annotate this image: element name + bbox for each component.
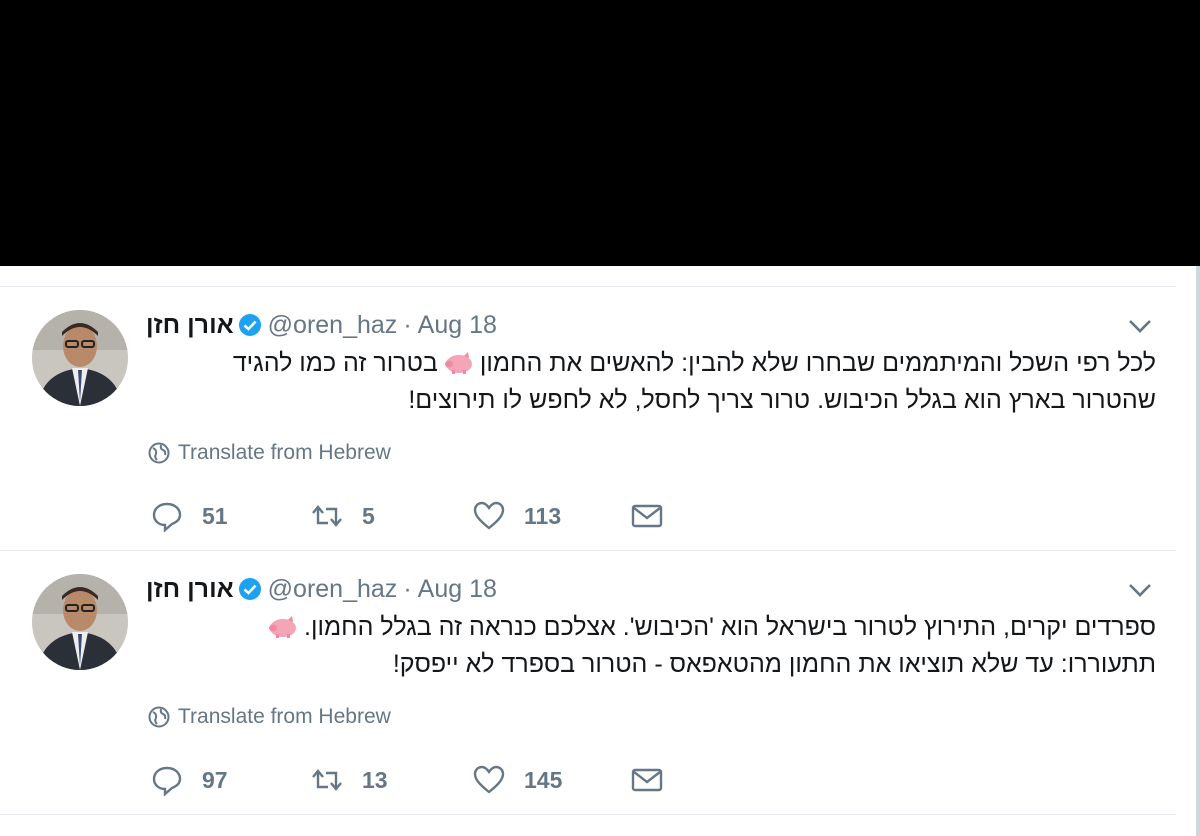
reply-icon [152,502,182,533]
retweet-icon [312,769,342,791]
translate-link[interactable]: Translate from Hebrew [148,705,391,729]
reply-count: 51 [202,502,228,529]
heart-icon [473,501,505,530]
tweet-text-part-2: תתעוררו: עד שלא תוציאו את החמון מהטאפאס … [392,650,1156,678]
verified-badge-icon [238,314,261,336]
user-handle[interactable]: @oren_haz [268,575,398,604]
separator: · [403,574,412,603]
retweet-count: 13 [362,766,388,793]
tweet-actions: 97 13 145 [150,763,710,803]
translate-label[interactable]: Translate from Hebrew [178,705,391,729]
display-name[interactable]: אורן חזן [146,575,234,604]
chevron-down-icon[interactable] [1126,581,1154,599]
mail-icon [631,504,663,528]
tweet-date[interactable]: Aug 18 [418,575,497,604]
avatar[interactable] [32,574,128,670]
tweet-header: אורן חזן @oren_haz · Aug 18 [146,573,497,605]
tweet-text: ספרדים יקרים, התירוץ לטרור בישראל הוא 'ה… [146,609,1156,683]
tweet-timeline: אורן חזן @oren_haz · Aug 18 לכל רפי השכל… [0,266,1200,836]
translate-label[interactable]: Translate from Hebrew [178,441,391,465]
divider [0,814,1176,815]
like-count: 145 [524,766,563,793]
reply-count: 97 [202,766,228,793]
like-button[interactable]: 145 [472,763,562,797]
reply-icon [152,766,182,797]
globe-icon [148,706,170,728]
like-button[interactable]: 113 [472,499,561,533]
tweet-header: אורן חזן @oren_haz · Aug 18 [146,309,497,341]
retweet-count: 5 [362,502,375,529]
tweet-text: לכל רפי השכל והמיתממים שבחרו שלא להבין: … [146,345,1156,419]
heart-icon [473,765,505,794]
user-handle[interactable]: @oren_haz [268,311,398,340]
tweet-date[interactable]: Aug 18 [418,311,497,340]
reply-button[interactable]: 51 [150,499,228,533]
translate-link[interactable]: Translate from Hebrew [148,441,391,465]
pig-emoji-icon [444,352,472,374]
verified-badge-icon [238,578,261,600]
globe-icon [148,442,170,464]
direct-message-button[interactable] [630,499,664,533]
black-banner [0,0,1200,266]
retweet-button[interactable]: 13 [310,763,388,797]
tweet-1[interactable]: אורן חזן @oren_haz · Aug 18 לכל רפי השכל… [0,286,1176,549]
retweet-icon [312,505,342,527]
pig-emoji-icon [269,616,297,638]
like-count: 113 [524,502,562,529]
chevron-down-icon[interactable] [1126,317,1154,335]
avatar[interactable] [32,310,128,406]
display-name[interactable]: אורן חזן [146,311,234,340]
reply-button[interactable]: 97 [150,763,228,797]
retweet-button[interactable]: 5 [310,499,375,533]
tweet-actions: 51 5 113 [150,499,710,539]
tweet-text-part-1: ספרדים יקרים, התירוץ לטרור בישראל הוא 'ה… [304,613,1156,641]
separator: · [403,310,412,339]
direct-message-button[interactable] [630,763,664,797]
tweet-2[interactable]: אורן חזן @oren_haz · Aug 18 ספרדים יקרים… [0,550,1176,813]
tweet-text-part-1: לכל רפי השכל והמיתממים שבחרו שלא להבין: … [479,349,1156,377]
mail-icon [631,768,663,792]
